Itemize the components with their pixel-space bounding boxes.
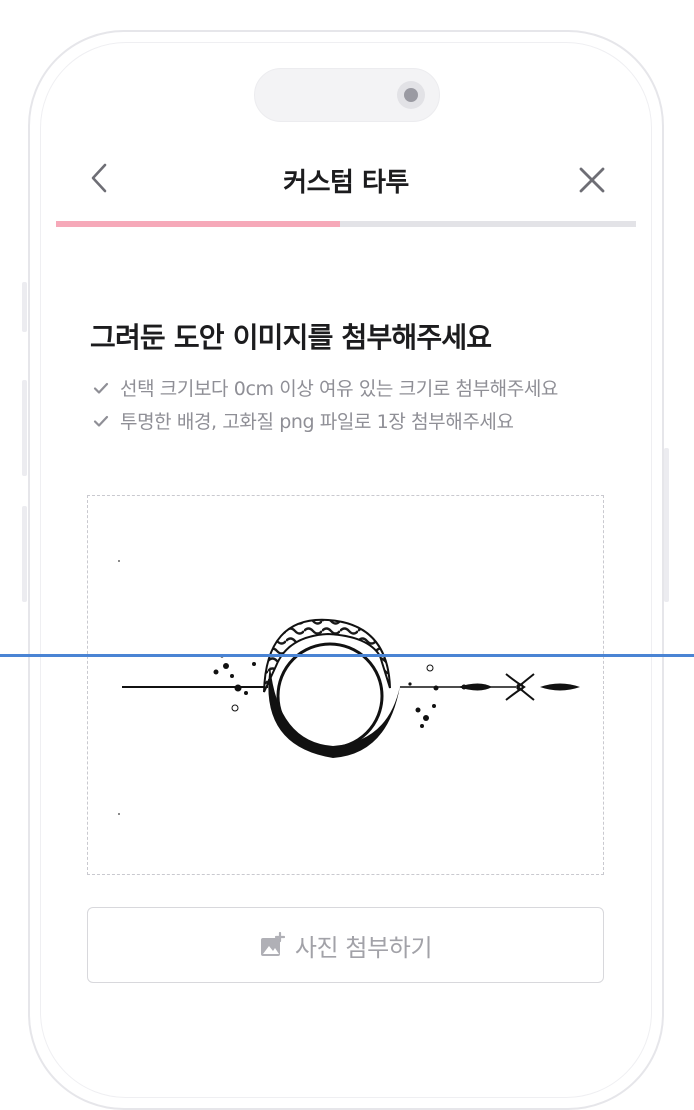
check-icon [93,382,109,394]
image-upload-area[interactable] [87,495,604,875]
add-photo-icon [260,932,285,956]
tattoo-design-image [118,560,580,815]
guideline-text: 선택 크기보다 0cm 이상 여유 있는 크기로 첨부해주세요 [120,378,559,400]
side-button-volume-up [22,380,27,476]
guideline-item: 선택 크기보다 0cm 이상 여유 있는 크기로 첨부해주세요 [92,374,558,401]
nav-header: 커스텀 타투 [56,150,636,206]
side-button-power [664,448,669,602]
progress-fill [56,221,341,227]
side-button-mute [22,282,27,332]
progress-bar [56,221,636,227]
page-title: 커스텀 타투 [283,168,409,198]
guideline-text: 투명한 배경, 고화질 png 파일로 1장 첨부해주세요 [120,411,514,433]
close-button[interactable] [572,160,612,200]
check-icon [93,415,109,427]
attach-photo-label: 사진 첨부하기 [294,933,433,962]
guide-line [0,654,694,657]
close-icon [579,167,605,193]
dynamic-island [254,68,440,122]
upload-headline: 그려둔 도안 이미지를 첨부해주세요 [90,321,492,354]
side-button-volume-down [22,506,27,602]
camera-icon [397,81,425,109]
attach-photo-button[interactable]: 사진 첨부하기 [87,907,604,983]
guideline-item: 투명한 배경, 고화질 png 파일로 1장 첨부해주세요 [92,407,514,434]
